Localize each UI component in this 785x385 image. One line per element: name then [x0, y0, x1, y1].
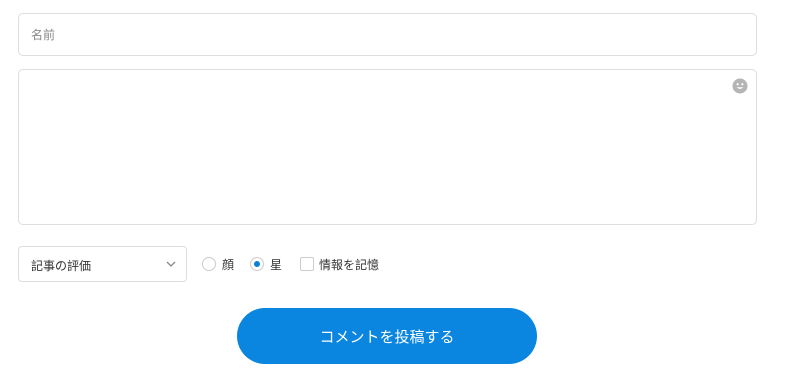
star-radio-label: 星 — [270, 257, 283, 272]
face-radio[interactable] — [202, 257, 216, 271]
comment-box — [18, 69, 757, 225]
remember-checkbox-label: 情報を記憶 — [319, 257, 380, 272]
rating-select-value: 記事の評価 — [31, 259, 92, 273]
submit-comment-button[interactable]: コメントを投稿する — [237, 308, 537, 364]
rating-style-face-option[interactable]: 顔 — [202, 255, 234, 273]
rating-style-star-option[interactable]: 星 — [250, 255, 282, 273]
face-radio-label: 顔 — [222, 257, 235, 272]
chevron-down-icon — [166, 261, 176, 267]
remember-info-option[interactable]: 情報を記憶 — [300, 255, 379, 273]
comment-textarea[interactable] — [19, 70, 756, 224]
remember-checkbox[interactable] — [300, 257, 314, 271]
rating-select[interactable]: 記事の評価 — [18, 246, 187, 282]
comment-form: 記事の評価 顔 星 情報を記憶 コメントを投稿する — [0, 0, 785, 385]
star-radio[interactable] — [250, 257, 264, 271]
smiley-face-icon[interactable] — [732, 78, 748, 94]
name-input[interactable] — [18, 13, 757, 56]
